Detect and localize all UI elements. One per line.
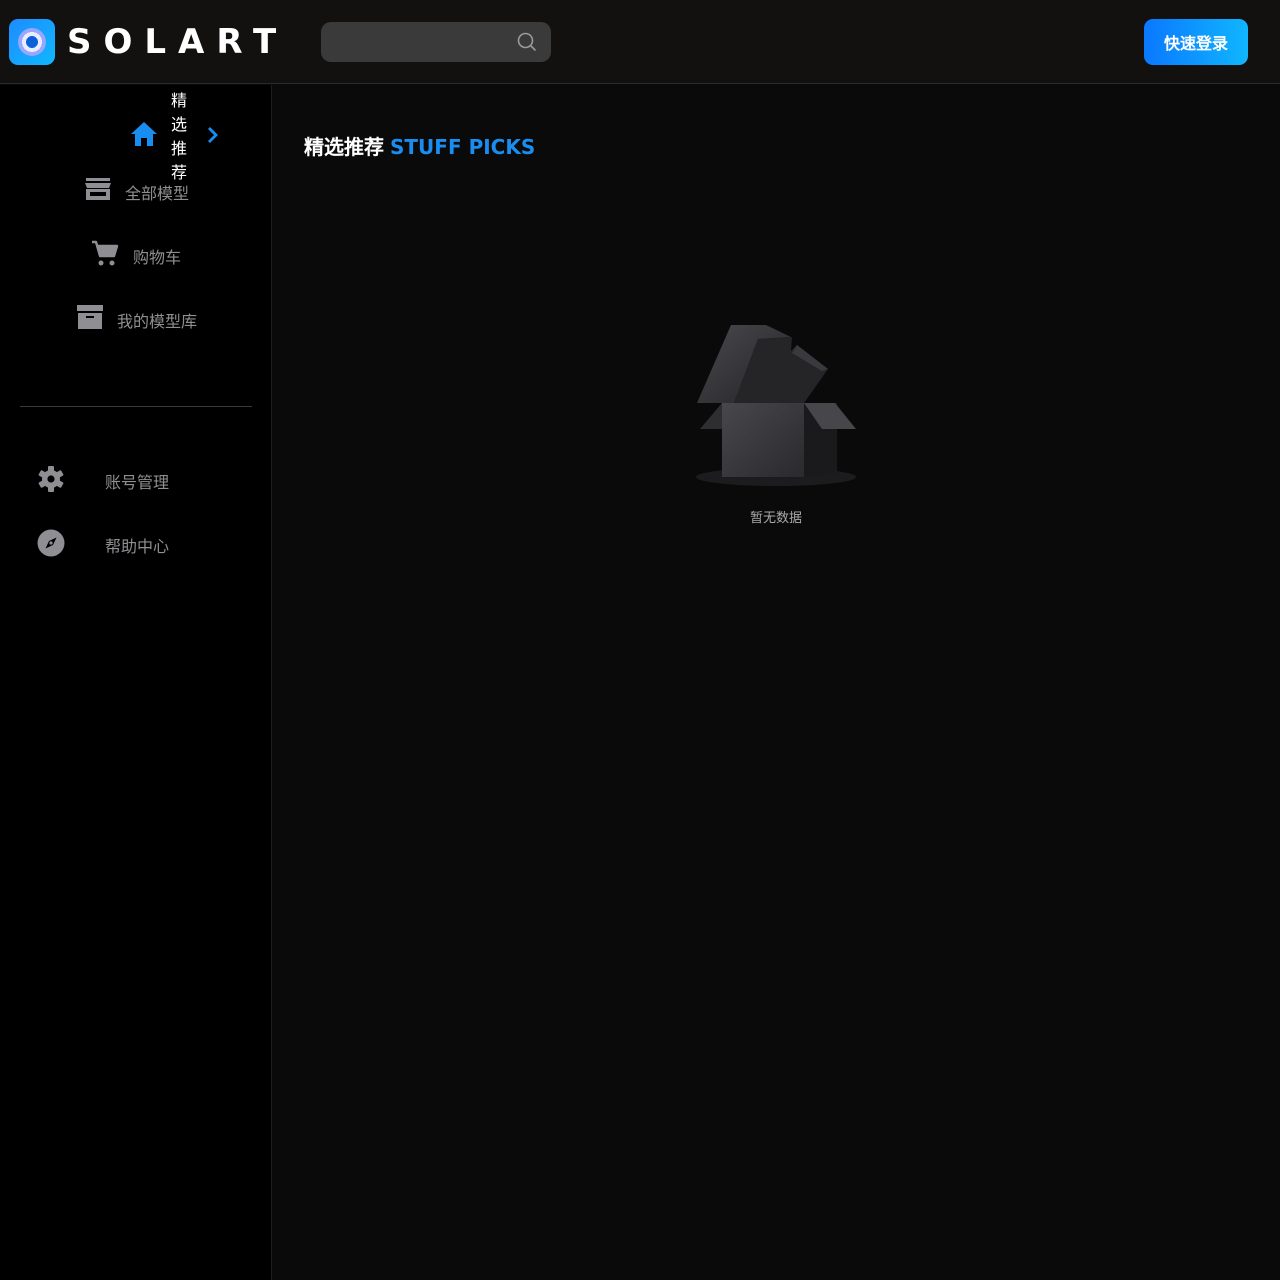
quick-login-button[interactable]: 快速登录 — [1144, 19, 1248, 65]
store-icon — [85, 178, 111, 200]
section-title: 精选推荐 STUFF PICKS — [304, 131, 535, 160]
chevron-right-icon — [208, 127, 218, 143]
logo-icon[interactable] — [9, 19, 55, 65]
sidebar-item-cart[interactable]: 购物车 — [0, 239, 271, 269]
sidebar-item-label: 全部模型 — [125, 184, 190, 203]
search-icon[interactable] — [517, 32, 537, 52]
home-icon — [131, 122, 157, 146]
sidebar-item-label: 账号管理 — [105, 473, 170, 492]
sidebar-item-label: 帮助中心 — [105, 537, 170, 556]
gear-icon — [38, 466, 64, 492]
sidebar-item-featured[interactable]: 精选推荐 — [0, 85, 271, 182]
sidebar-item-help[interactable]: 帮助中心 — [0, 527, 271, 559]
empty-box-icon — [696, 325, 856, 486]
search-input[interactable] — [333, 22, 517, 64]
sidebar-divider — [20, 406, 252, 407]
sidebar-item-my-library[interactable]: 我的模型库 — [0, 303, 271, 333]
compass-icon — [37, 529, 65, 557]
section-title-en: STUFF PICKS — [390, 135, 536, 159]
main-content: 精选推荐 STUFF PICKS 暂无数据 — [272, 85, 1280, 1280]
logo-text[interactable]: SOLART — [67, 22, 288, 62]
archive-icon — [77, 305, 103, 329]
sidebar: 精选推荐 全部模型 购物车 我的模型库 账号管理 帮助中心 — [0, 85, 272, 1280]
empty-state-text: 暂无数据 — [749, 511, 802, 526]
cart-icon — [92, 240, 119, 266]
top-header: SOLART 快速登录 — [0, 0, 1280, 84]
sidebar-item-label: 精选推荐 — [171, 91, 188, 182]
section-title-zh: 精选推荐 — [304, 135, 384, 159]
sidebar-item-label: 购物车 — [133, 248, 182, 267]
sidebar-item-account[interactable]: 账号管理 — [0, 463, 271, 495]
search-bar[interactable] — [321, 22, 551, 64]
sidebar-item-label: 我的模型库 — [117, 312, 198, 331]
sidebar-item-all-models[interactable]: 全部模型 — [0, 175, 271, 205]
